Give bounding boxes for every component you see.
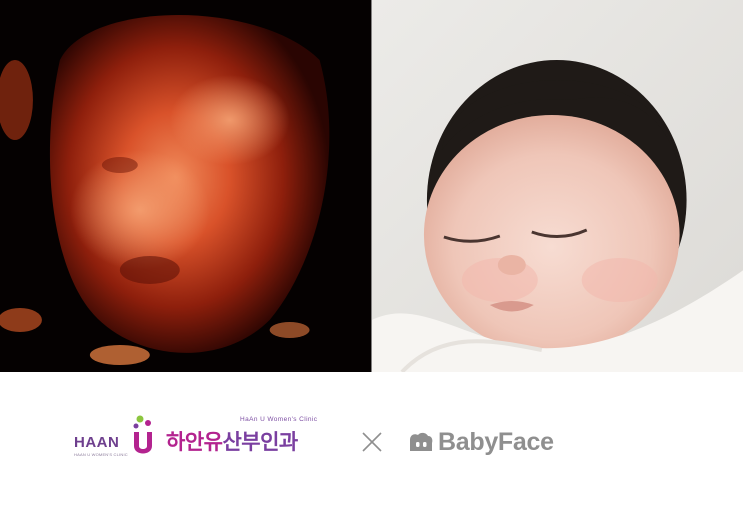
collaboration-x-icon — [362, 432, 382, 452]
babyface-wordmark: BabyFace — [438, 428, 554, 456]
clinic-u-icon — [133, 415, 152, 454]
clinic-name-korean: 하안유산부인과 — [166, 426, 298, 456]
newborn-photo — [371, 0, 743, 372]
ultrasound-image — [0, 0, 372, 372]
clinic-name-korean-main: 하안유 — [166, 431, 223, 454]
clinic-name-english: HaAn U Women's Clinic — [240, 416, 318, 423]
image-pair — [0, 0, 743, 372]
babyface-icon — [410, 432, 433, 451]
newborn-graphic — [371, 0, 743, 372]
clinic-brand-latin: HAAN — [74, 434, 120, 451]
clinic-name-korean-tail: 산부인과 — [222, 431, 298, 454]
clinic-logo: HAAN HAAN U WOMEN'S CLINIC HaAn U Women'… — [74, 412, 344, 472]
logo-bar: HAAN HAAN U WOMEN'S CLINIC HaAn U Women'… — [0, 372, 743, 520]
clinic-brand-subtitle: HAAN U WOMEN'S CLINIC — [74, 452, 128, 457]
babyface-logo: BabyFace — [408, 428, 598, 458]
ultrasound-graphic — [0, 0, 372, 372]
